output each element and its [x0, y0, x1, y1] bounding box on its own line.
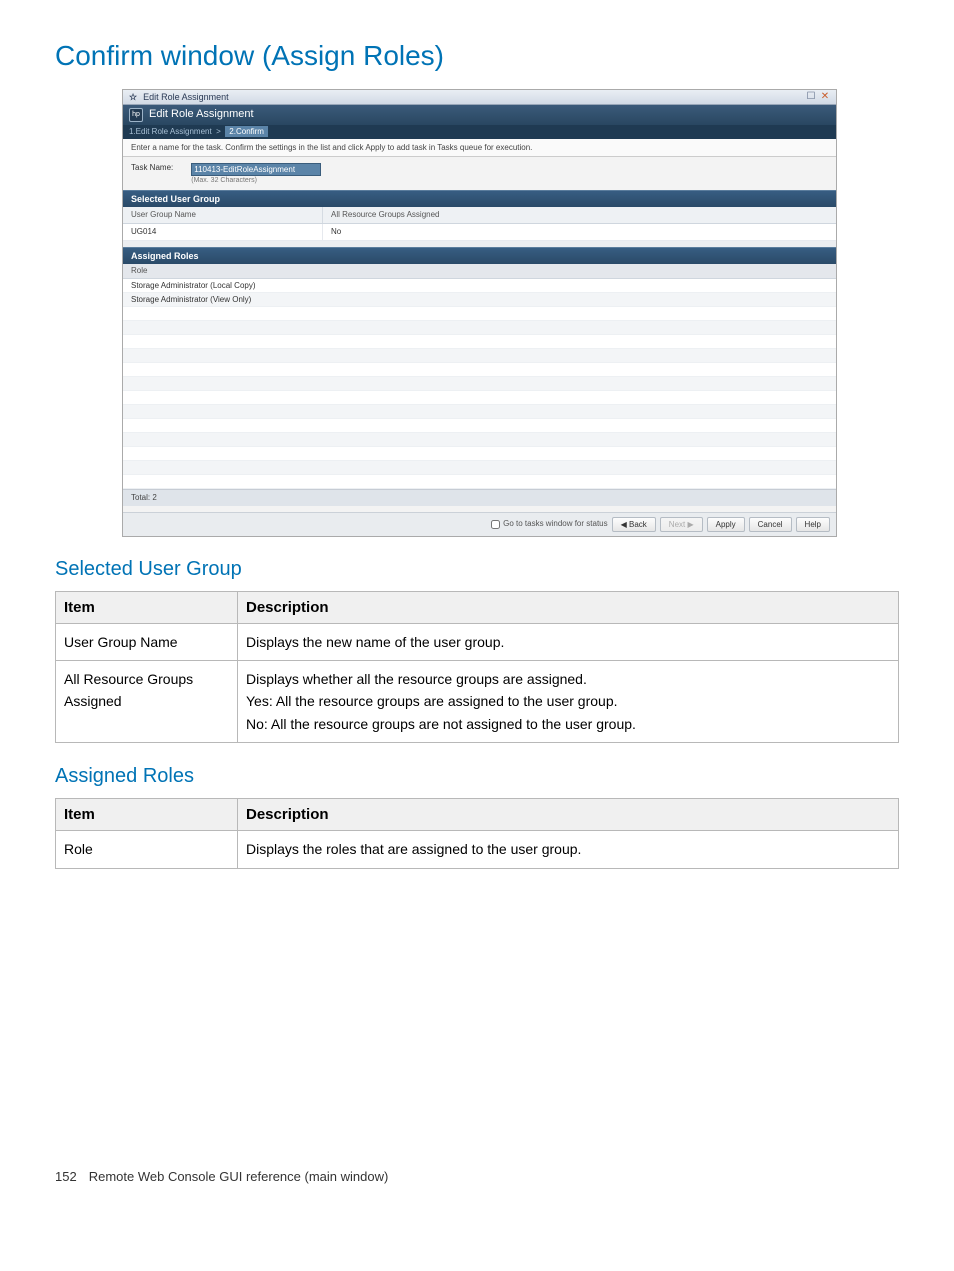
sug-row-name: UG014 — [123, 224, 323, 240]
sug-header-argassigned: All Resource Groups Assigned — [323, 207, 836, 223]
cell-desc: Displays the roles that are assigned to … — [238, 831, 899, 868]
th-item: Item — [56, 799, 238, 831]
task-name-input[interactable] — [191, 163, 321, 176]
breadcrumb-step-2: 2.Confirm — [225, 126, 268, 137]
breadcrumb-step-1[interactable]: 1.Edit Role Assignment — [129, 127, 212, 136]
sug-header-name: User Group Name — [123, 207, 323, 223]
back-button[interactable]: ◀ Back — [612, 517, 656, 532]
next-button: Next ▶ — [660, 517, 703, 532]
task-name-hint: (Max. 32 Characters) — [191, 177, 321, 185]
list-item — [123, 475, 836, 489]
cancel-button[interactable]: Cancel — [749, 517, 792, 532]
table-row: Role Displays the roles that are assigne… — [56, 831, 899, 868]
sug-data-row: UG014 No — [123, 224, 836, 241]
selected-user-group-table: Item Description User Group Name Display… — [55, 591, 899, 744]
list-item — [123, 321, 836, 335]
list-item — [123, 405, 836, 419]
window-titlebar-inner: hp Edit Role Assignment — [123, 105, 836, 125]
list-item — [123, 307, 836, 321]
list-item — [123, 349, 836, 363]
apply-button[interactable]: Apply — [707, 517, 745, 532]
outer-window-title: Edit Role Assignment — [143, 92, 229, 103]
th-item: Item — [56, 591, 238, 623]
sug-header-row: User Group Name All Resource Groups Assi… — [123, 207, 836, 224]
hp-logo-icon: hp — [129, 108, 143, 122]
dialog-footer: Go to tasks window for status ◀ Back Nex… — [123, 512, 836, 536]
page-footer: 152 Remote Web Console GUI reference (ma… — [55, 1169, 899, 1184]
maximize-icon[interactable]: ☐ — [804, 91, 818, 103]
list-item — [123, 447, 836, 461]
section-title-assigned-roles: Assigned Roles — [55, 765, 899, 788]
cell-item: Role — [56, 831, 238, 868]
inner-window-title: Edit Role Assignment — [149, 108, 254, 121]
list-item — [123, 461, 836, 475]
screenshot-mockup: ☆ Edit Role Assignment ☐ ✕ hp Edit Role … — [123, 90, 836, 536]
list-item — [123, 391, 836, 405]
table-row: User Group Name Displays the new name of… — [56, 623, 899, 660]
cell-item: User Group Name — [56, 623, 238, 660]
th-desc: Description — [238, 799, 899, 831]
go-to-tasks-checkbox[interactable]: Go to tasks window for status — [491, 519, 608, 529]
list-item: Storage Administrator (View Only) — [123, 293, 836, 307]
total-label: Total: 2 — [123, 489, 836, 506]
breadcrumb: 1.Edit Role Assignment > 2.Confirm — [123, 125, 836, 139]
list-item — [123, 433, 836, 447]
instruction-text: Enter a name for the task. Confirm the s… — [123, 139, 836, 158]
cell-desc: Displays whether all the resource groups… — [238, 660, 899, 742]
collapse-icon[interactable]: ☆ — [129, 92, 137, 103]
page-number: 152 — [55, 1169, 77, 1184]
cell-desc: Displays the new name of the user group. — [238, 623, 899, 660]
assigned-roles-band: Assigned Roles — [123, 247, 836, 265]
close-icon[interactable]: ✕ — [818, 91, 832, 103]
table-row: All Resource Groups Assigned Displays wh… — [56, 660, 899, 742]
th-desc: Description — [238, 591, 899, 623]
selected-user-group-band: Selected User Group — [123, 190, 836, 208]
list-item — [123, 377, 836, 391]
roles-header: Role — [123, 264, 836, 279]
list-item — [123, 419, 836, 433]
list-item — [123, 335, 836, 349]
window-titlebar-outer: ☆ Edit Role Assignment ☐ ✕ — [123, 90, 836, 105]
cell-item: All Resource Groups Assigned — [56, 660, 238, 742]
roles-list: Storage Administrator (Local Copy) Stora… — [123, 279, 836, 489]
list-item — [123, 363, 836, 377]
help-button[interactable]: Help — [796, 517, 830, 532]
page-title: Confirm window (Assign Roles) — [55, 40, 899, 72]
sug-row-arg: No — [323, 224, 836, 240]
list-item: Storage Administrator (Local Copy) — [123, 279, 836, 293]
section-title-selected-user-group: Selected User Group — [55, 558, 899, 581]
assigned-roles-table: Item Description Role Displays the roles… — [55, 798, 899, 868]
footer-section-title: Remote Web Console GUI reference (main w… — [89, 1169, 389, 1184]
task-name-label: Task Name: — [131, 163, 173, 173]
